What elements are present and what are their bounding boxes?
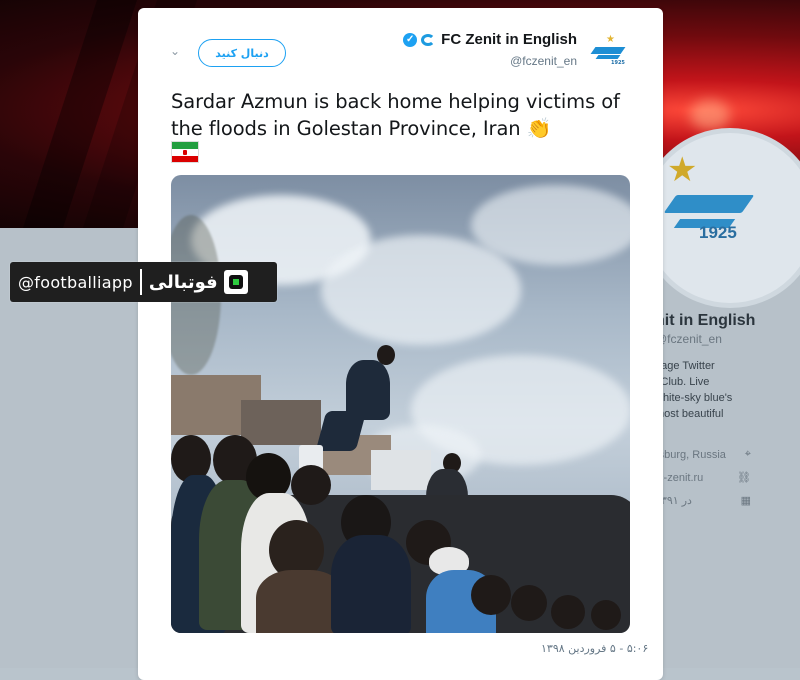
chevron-down-icon[interactable]: ⌄	[170, 44, 180, 58]
iran-flag-icon	[171, 141, 199, 163]
watermark-handle: @footballiapp	[18, 272, 133, 292]
footballi-watermark: @footballiapp فوتبالی	[10, 262, 277, 302]
zenit-logo-wing	[663, 195, 755, 213]
account-handle[interactable]: @fczenit_en	[403, 54, 577, 68]
profile-location: rsburg, Russia ⌖	[655, 448, 751, 461]
tweet-timestamp[interactable]: ۵:۰۶ - ۵ فروردین ۱۳۹۸	[541, 642, 648, 655]
bio-line: most beautiful	[655, 408, 724, 420]
location-pin-icon: ⌖	[744, 448, 751, 460]
bio-line: white-sky blue's	[655, 392, 733, 404]
profile-handle[interactable]: @fczenit_en	[655, 332, 800, 346]
tweet-photo[interactable]	[171, 175, 630, 633]
calendar-icon: ▦	[740, 495, 751, 507]
zenit-logo-wing	[590, 47, 626, 54]
tweet-body: Sardar Azmun is back home helping victim…	[171, 90, 620, 140]
verified-badge-icon: ✓	[403, 32, 418, 47]
tweet-account[interactable]: ✓ FC Zenit in English @fczenit_en	[403, 31, 577, 68]
tweet-text: Sardar Azmun is back home helping victim…	[171, 88, 631, 142]
watermark-divider	[139, 269, 142, 295]
account-name[interactable]: FC Zenit in English	[441, 31, 577, 48]
fc-logo-icon	[421, 33, 437, 47]
bio-line: uage Twitter	[655, 360, 715, 372]
avatar-year: 1925	[699, 223, 737, 242]
zenit-logo-wing-lower	[595, 55, 621, 59]
location-text: rsburg, Russia	[655, 448, 726, 461]
tweet-avatar[interactable]: ★ 1925	[589, 34, 629, 74]
footballi-logo-icon	[223, 270, 248, 294]
star-icon: ★	[667, 150, 698, 190]
profile-joined: ۱۳۹۱ در ▦	[655, 494, 751, 507]
profile-info: nit in English @fczenit_en uage Twitter …	[655, 312, 800, 507]
profile-website[interactable]: fc-zenit.ru ⛓	[655, 471, 751, 485]
watermark-brand: فوتبالی	[148, 271, 218, 293]
profile-name: nit in English	[655, 312, 756, 329]
tweet-card: ⌄ دنبال کنید ✓ FC Zenit in English @fcze…	[138, 8, 663, 680]
bio-line: l Club. Live	[655, 376, 710, 388]
follow-button[interactable]: دنبال کنید	[198, 39, 286, 67]
star-icon: ★	[606, 34, 615, 45]
link-icon: ⛓	[737, 472, 751, 484]
profile-bio: uage Twitter l Club. Live white-sky blue…	[655, 358, 800, 422]
clapping-hands-icon: 👏	[526, 116, 552, 140]
avatar-year: 1925	[611, 60, 625, 66]
